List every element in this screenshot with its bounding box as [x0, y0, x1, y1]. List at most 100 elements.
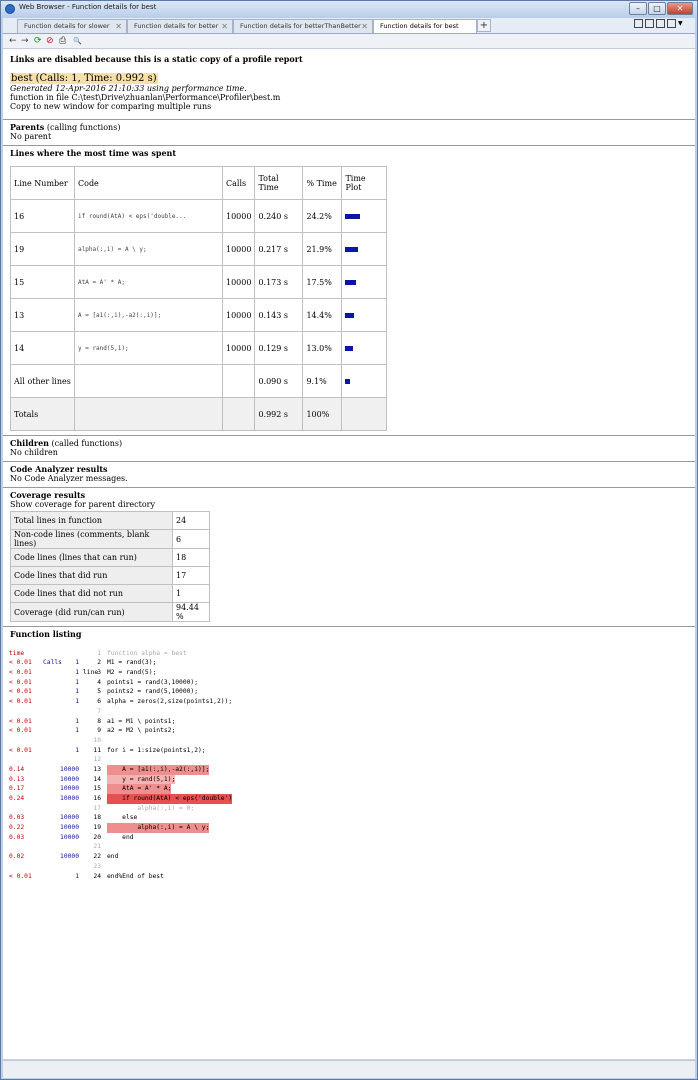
table-row: 19 alpha(:,i) = A \ y; 10000 0.217 s 21.…	[10, 232, 388, 266]
line-number[interactable]: 13	[10, 298, 75, 332]
line-code: AtA = A' * A;	[74, 265, 223, 299]
listing-line-number[interactable]: 18	[79, 813, 101, 823]
listing-line-number[interactable]: 22	[79, 852, 101, 862]
listing-calls: 1	[75, 872, 79, 880]
close-tab-icon[interactable]: ✕	[221, 20, 228, 33]
listing-calls: 10000	[60, 785, 79, 793]
table-row: 13 A = [a1(:,i),-a2(:,i)]; 10000 0.143 s…	[10, 298, 388, 332]
coverage-value: 17	[172, 566, 210, 585]
time-bar	[345, 214, 361, 219]
tab-better[interactable]: Function details for better ✕	[127, 19, 233, 33]
close-tab-icon[interactable]: ✕	[115, 20, 122, 33]
listing-line-number[interactable]: 4	[79, 678, 101, 688]
listing-time: 0.17	[9, 785, 25, 793]
listing-calls: 10000	[60, 853, 79, 861]
listing-line-number[interactable]: 5	[79, 687, 101, 697]
find-icon[interactable]: 🔍	[73, 35, 82, 47]
listing-line-number[interactable]: 9	[79, 726, 101, 736]
table-row: Code lines that did not run 1	[10, 584, 210, 603]
tile-layout-icon[interactable]	[634, 19, 643, 28]
listing-line-number: 12	[93, 756, 101, 764]
listing-row: 12	[3, 755, 695, 765]
line-number[interactable]: 15	[10, 265, 75, 299]
listing-line-number[interactable]: 20	[79, 833, 101, 843]
listing-row: 7	[3, 707, 695, 717]
table-row: Non-code lines (comments, blank lines) 6	[10, 529, 210, 549]
coverage-label: Code lines that did run	[10, 566, 173, 585]
listing-calls: 10000	[60, 775, 79, 783]
print-icon[interactable]: ⎙	[59, 35, 66, 47]
listing-line-number[interactable]: 15	[79, 784, 101, 794]
tab-label: Function details for better	[134, 22, 219, 30]
line-pct: 14.4%	[302, 298, 343, 332]
back-icon[interactable]: ←	[9, 35, 17, 47]
line-number[interactable]: 19	[10, 232, 75, 266]
undock-icon[interactable]	[667, 19, 676, 28]
tab-slower[interactable]: Function details for slower ✕	[17, 19, 127, 33]
listing-calls: 1	[75, 727, 79, 735]
chevron-down-icon[interactable]: ▼	[678, 19, 687, 28]
listing-line-number[interactable]: 6	[79, 697, 101, 707]
tab-label: Function details for betterThanBetter	[240, 22, 361, 30]
line-pct: 13.0%	[302, 331, 343, 365]
listing-line-number[interactable]: 2	[79, 658, 101, 668]
listing-line-number[interactable]: 13	[79, 765, 101, 775]
listing-time: < 0.01	[9, 678, 32, 686]
coverage-label: Total lines in function	[10, 511, 173, 530]
listing-code: function alpha = best	[107, 649, 187, 657]
browser-window: Web Browser - Function details for best …	[0, 0, 698, 1080]
tab-best[interactable]: Function details for best	[373, 19, 477, 33]
listing-code: points2 = rand(5,10000);	[107, 688, 198, 696]
lines-table: Line Number Code Calls Total Time % Time…	[10, 166, 388, 431]
line-calls: 10000	[221, 331, 256, 365]
float-layout-icon[interactable]	[656, 19, 665, 28]
listing-row: < 0.01 1 8 a1 = M1 \ points1;	[3, 717, 695, 727]
refresh-icon[interactable]: ⟳	[34, 35, 42, 47]
table-row: 16 if round(AtA) < eps('double... 10000 …	[10, 199, 388, 233]
status-bar	[3, 1060, 695, 1078]
time-bar	[345, 280, 357, 285]
copy-link[interactable]: Copy to new window for comparing multipl…	[10, 102, 695, 111]
listing-line-number: 17	[93, 804, 101, 812]
minimize-button[interactable]: –	[629, 2, 647, 15]
new-tab-button[interactable]: +	[477, 19, 491, 32]
listing-line-number[interactable]: 24	[79, 872, 101, 882]
listing-line-number[interactable]: 3	[79, 668, 101, 678]
line-code: y = rand(5,1);	[74, 331, 223, 365]
line-number[interactable]: 14	[10, 331, 75, 365]
listing-row: 21	[3, 842, 695, 852]
line-calls: 10000	[221, 232, 256, 266]
listing-line-number[interactable]: 16	[79, 794, 101, 804]
close-tab-icon[interactable]: ✕	[361, 20, 368, 33]
forward-icon[interactable]: →	[21, 35, 29, 47]
other-pct: 9.1%	[302, 364, 343, 398]
listing-line-number[interactable]: 11	[79, 746, 101, 756]
maximize-button[interactable]: □	[648, 2, 666, 15]
split-layout-icon[interactable]	[645, 19, 654, 28]
stop-icon[interactable]: ⊘	[46, 35, 54, 47]
line-calls: 10000	[221, 199, 256, 233]
listing-time: 0.22	[9, 824, 25, 832]
table-row: Coverage (did run/can run) 94.44 %	[10, 602, 210, 622]
close-button[interactable]: ✕	[667, 2, 693, 15]
col-header: % Time	[302, 166, 343, 200]
listing-row: 0.14 10000 13 A = [a1(:,i),-a2(:,i)];	[3, 764, 695, 775]
coverage-parent-link[interactable]: Show coverage for parent directory	[10, 500, 695, 509]
tab-better-than-better[interactable]: Function details for betterThanBetter ✕	[233, 19, 373, 33]
totals-label: Totals	[10, 397, 75, 431]
title-bar: Web Browser - Function details for best …	[1, 1, 697, 18]
col-header: Total Time	[254, 166, 304, 200]
line-number[interactable]: 16	[10, 199, 75, 233]
listing-line-number[interactable]: 8	[79, 717, 101, 727]
profile-report: Links are disabled because this is a sta…	[3, 49, 695, 1059]
line-pct: 17.5%	[302, 265, 343, 299]
browser-toolbar: ← → ⟳ ⊘ ⎙ 🔍	[3, 34, 695, 49]
listing-line-number[interactable]: 14	[79, 775, 101, 785]
file-path[interactable]: function in file C:\test\Drive\zhuanlan\…	[10, 93, 695, 102]
listing-row: < 0.01 1 24 end%End of best	[3, 872, 695, 882]
listing-calls: 1	[75, 717, 79, 725]
coverage-heading: Coverage results	[10, 490, 86, 500]
line-calls: 10000	[221, 265, 256, 299]
listing-time: 0.14	[9, 765, 25, 773]
listing-line-number[interactable]: 19	[79, 823, 101, 833]
